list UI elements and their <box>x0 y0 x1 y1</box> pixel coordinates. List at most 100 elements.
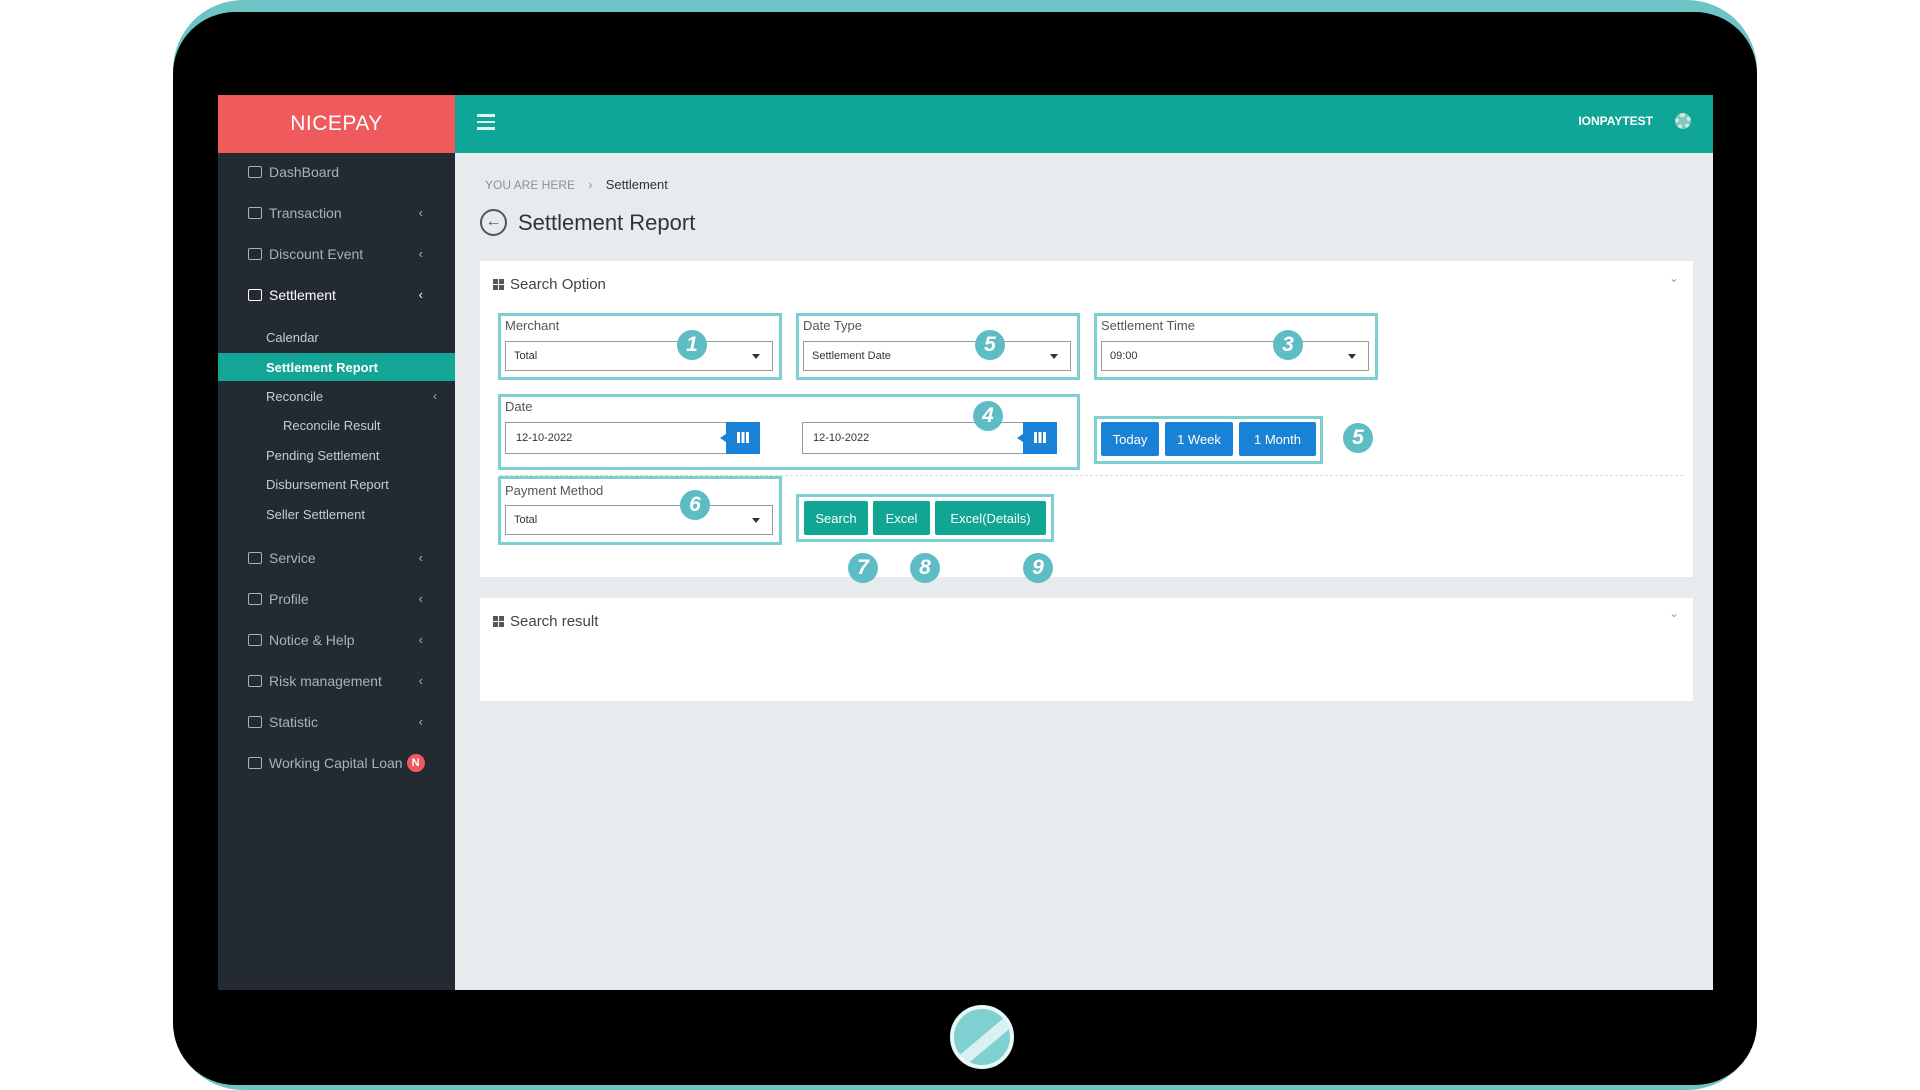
callout-marker: 4 <box>961 401 1003 431</box>
sidebar-subitem-calendar[interactable]: Calendar <box>218 323 455 351</box>
payment-method-select[interactable]: Total <box>505 505 773 535</box>
sidebar-item-label: Discount Event <box>269 246 364 262</box>
sidebar-subitem-disbursement-report[interactable]: Disbursement Report <box>218 470 455 498</box>
sidebar-item-dashboard[interactable]: DashBoard <box>218 152 455 192</box>
sidebar-subitem-reconcile-result[interactable]: Reconcile Result <box>218 411 455 439</box>
chevron-left-icon: ‹ <box>433 389 437 403</box>
caret-down-icon <box>752 518 760 523</box>
grid-icon <box>493 616 504 627</box>
sidebar-subitem-label: Reconcile Result <box>283 417 381 433</box>
merchant-value: Total <box>514 350 538 362</box>
breadcrumb: YOU ARE HERE › Settlement <box>485 177 668 192</box>
search-result-panel: Search result ⌄ <box>480 598 1693 701</box>
brand-logo[interactable]: NICEPAY <box>218 95 455 153</box>
chevron-left-icon: ‹ <box>418 246 423 261</box>
merchant-label: Merchant <box>505 318 560 333</box>
payment-method-value: Total <box>514 514 538 526</box>
sidebar-subitem-label: Settlement Report <box>266 359 378 375</box>
sidebar-subitem-label: Calendar <box>266 329 319 345</box>
sidebar-item-label: Notice & Help <box>269 632 355 648</box>
breadcrumb-separator: › <box>588 178 593 192</box>
callout-marker: 5 <box>1331 423 1373 453</box>
settlement-time-label: Settlement Time <box>1101 318 1195 333</box>
sidebar-subitem-label: Reconcile <box>266 388 324 404</box>
search-result-title: Search result <box>493 613 598 630</box>
caret-down-icon <box>1050 354 1058 359</box>
date-type-select[interactable]: Settlement Date <box>803 341 1071 371</box>
user-name[interactable]: IONPAYTEST <box>1578 114 1653 128</box>
breadcrumb-prefix: YOU ARE HERE <box>485 178 576 192</box>
caret-down-icon <box>752 354 760 359</box>
payment-method-label: Payment Method <box>505 483 604 498</box>
chevron-down-icon[interactable]: ⌄ <box>1669 271 1679 285</box>
folder-icon <box>248 757 262 769</box>
chevron-left-icon: ‹ <box>418 205 423 220</box>
calendar-icon <box>248 289 262 301</box>
sidebar-item-risk-management[interactable]: Risk management ‹ <box>218 661 455 701</box>
today-button[interactable]: Today <box>1101 422 1159 456</box>
panel-title-text: Search Option <box>510 276 606 293</box>
search-option-title: Search Option <box>493 276 606 293</box>
sidebar-item-label: Statistic <box>269 714 319 730</box>
excel-details-button[interactable]: Excel(Details) <box>935 501 1046 535</box>
sidebar-item-settlement[interactable]: Settlement ‹ <box>218 275 455 315</box>
one-month-button[interactable]: 1 Month <box>1239 422 1316 456</box>
callout-marker: 3 <box>1261 330 1303 360</box>
back-arrow-icon[interactable]: ← <box>480 209 507 236</box>
sidebar-item-statistic[interactable]: Statistic ‹ <box>218 702 455 742</box>
sidebar-item-discount-event[interactable]: Discount Event ‹ <box>218 234 455 274</box>
caret-down-icon <box>1348 354 1356 359</box>
sidebar-item-label: Risk management <box>269 673 382 689</box>
chevron-down-icon[interactable]: ⌄ <box>1669 606 1679 620</box>
sidebar-item-label: Transaction <box>269 205 342 221</box>
calendar-icon <box>737 432 749 443</box>
breadcrumb-current[interactable]: Settlement <box>606 177 668 192</box>
date-to-value: 12-10-2022 <box>813 432 870 444</box>
sidebar-item-label: Service <box>269 550 316 566</box>
chevron-left-icon: ‹ <box>418 591 423 606</box>
one-week-button[interactable]: 1 Week <box>1165 422 1233 456</box>
search-option-panel: Search Option ⌄ Merchant Total Date Type… <box>480 261 1693 577</box>
sidebar-subitem-seller-settlement[interactable]: Seller Settlement <box>218 500 455 528</box>
users-icon <box>248 552 262 564</box>
calendar-icon <box>1034 432 1046 443</box>
callout-marker: 9 <box>1011 553 1053 583</box>
top-header: IONPAYTEST <box>455 95 1713 153</box>
merchant-select[interactable]: Total <box>505 341 773 371</box>
comment-icon <box>248 634 262 646</box>
callout-marker: 6 <box>668 490 710 520</box>
sidebar-item-label: Profile <box>269 591 309 607</box>
bar-chart-icon <box>248 248 262 260</box>
sidebar-subitem-label: Pending Settlement <box>266 447 380 463</box>
sidebar-item-notice-help[interactable]: Notice & Help ‹ <box>218 620 455 660</box>
panel-title-text: Search result <box>510 613 599 630</box>
new-badge: N <box>406 754 425 772</box>
calendar-from-button[interactable] <box>720 422 760 454</box>
sidebar-item-transaction[interactable]: Transaction ‹ <box>218 193 455 233</box>
sidebar-item-working-capital-loan[interactable]: Working Capital Loan N <box>218 743 455 783</box>
calendar-to-button[interactable] <box>1017 422 1057 454</box>
search-button[interactable]: Search <box>804 501 868 535</box>
menu-toggle-icon[interactable] <box>477 114 495 130</box>
sidebar-item-profile[interactable]: Profile ‹ <box>218 579 455 619</box>
folder-icon <box>248 716 262 728</box>
sidebar-subitem-settlement-report[interactable]: Settlement Report <box>218 353 455 381</box>
settlement-time-value: 09:00 <box>1110 350 1138 362</box>
folder-icon <box>248 675 262 687</box>
callout-marker: 1 <box>665 330 707 360</box>
sidebar-subitem-reconcile[interactable]: Reconcile ‹ <box>218 382 455 410</box>
sidebar-subitem-pending-settlement[interactable]: Pending Settlement <box>218 441 455 469</box>
date-from-value: 12-10-2022 <box>516 432 573 444</box>
sidebar-subitem-label: Seller Settlement <box>266 506 365 522</box>
home-button[interactable] <box>950 1005 1014 1069</box>
date-from-input[interactable]: 12-10-2022 <box>505 422 727 454</box>
callout-marker: 7 <box>836 553 878 583</box>
sidebar-item-service[interactable]: Service ‹ <box>218 538 455 578</box>
chevron-left-icon: ‹ <box>418 714 423 729</box>
grid-icon <box>493 279 504 290</box>
settlement-time-select[interactable]: 09:00 <box>1101 341 1369 371</box>
chevron-left-icon: ‹ <box>418 550 423 565</box>
excel-button[interactable]: Excel <box>873 501 930 535</box>
gear-icon[interactable] <box>1675 113 1691 129</box>
exchange-icon <box>248 207 262 219</box>
